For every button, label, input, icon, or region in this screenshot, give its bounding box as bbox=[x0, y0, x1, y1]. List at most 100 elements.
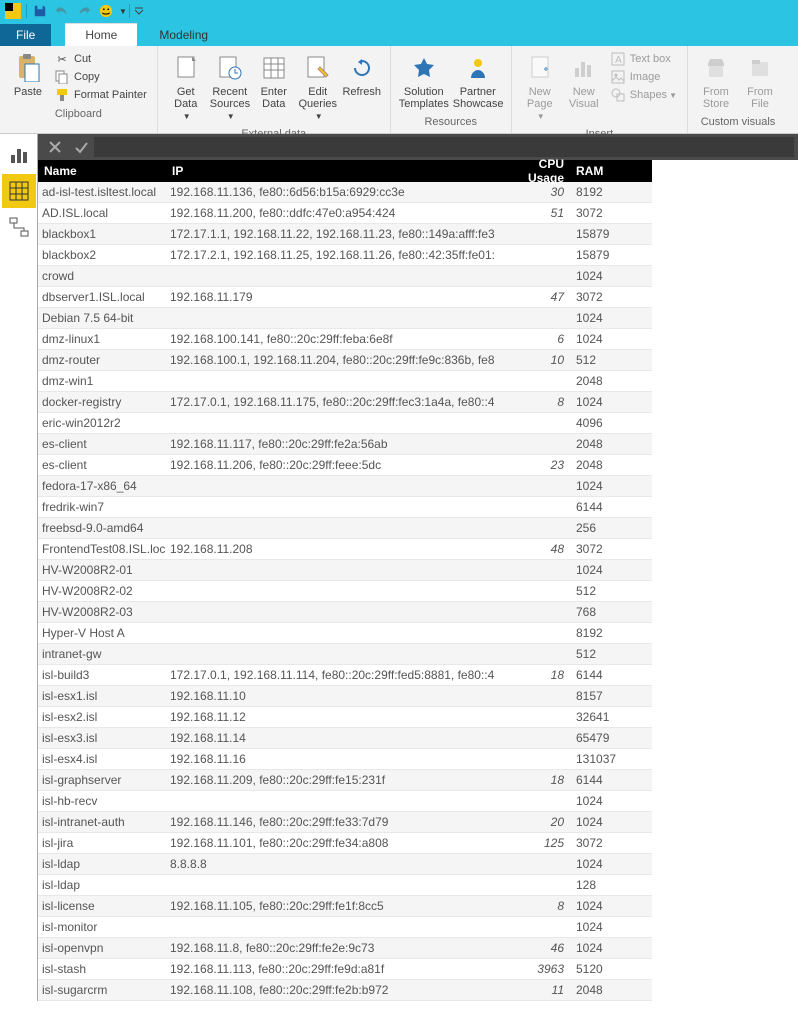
table-row[interactable]: isl-sugarcrm192.168.11.108, fe80::20c:29… bbox=[38, 980, 652, 1001]
table-row[interactable]: isl-esx1.isl192.168.11.108157 bbox=[38, 686, 652, 707]
header-ram[interactable]: RAM bbox=[570, 161, 652, 181]
relationships-view-button[interactable] bbox=[2, 210, 36, 244]
header-name[interactable]: Name bbox=[38, 161, 166, 181]
partner-showcase-icon bbox=[453, 52, 503, 84]
edit-queries-button[interactable]: Edit Queries▼ bbox=[296, 48, 340, 126]
table-row[interactable]: isl-intranet-auth192.168.11.146, fe80::2… bbox=[38, 812, 652, 833]
report-view-button[interactable] bbox=[2, 138, 36, 172]
table-row[interactable]: Hyper-V Host A8192 bbox=[38, 623, 652, 644]
formula-bar bbox=[38, 134, 798, 160]
smiley-icon[interactable] bbox=[96, 1, 116, 21]
cell-name: isl-openvpn bbox=[38, 939, 166, 957]
save-icon[interactable] bbox=[30, 1, 50, 21]
from-store-button[interactable]: From Store bbox=[694, 48, 738, 114]
cell-ram: 8192 bbox=[570, 183, 652, 201]
text-box-button[interactable]: AText box bbox=[606, 50, 681, 68]
table-row[interactable]: isl-esx3.isl192.168.11.1465479 bbox=[38, 728, 652, 749]
format-painter-button[interactable]: Format Painter bbox=[50, 86, 151, 104]
qat-customize-icon[interactable] bbox=[133, 1, 145, 21]
table-row[interactable]: isl-build3172.17.0.1, 192.168.11.114, fe… bbox=[38, 665, 652, 686]
cell-name: isl-ldap bbox=[38, 855, 166, 873]
table-row[interactable]: isl-hb-recv1024 bbox=[38, 791, 652, 812]
cell-ram: 6144 bbox=[570, 771, 652, 789]
cut-icon: ✂ bbox=[54, 51, 70, 67]
table-row[interactable]: isl-ldap128 bbox=[38, 875, 652, 896]
cut-button[interactable]: ✂Cut bbox=[50, 50, 151, 68]
table-row[interactable]: docker-registry172.17.0.1, 192.168.11.17… bbox=[38, 392, 652, 413]
paste-button[interactable]: Paste bbox=[6, 48, 50, 102]
table-row[interactable]: fredrik-win76144 bbox=[38, 497, 652, 518]
cell-name: ad-isl-test.isltest.local bbox=[38, 183, 166, 201]
table-row[interactable]: isl-stash192.168.11.113, fe80::20c:29ff:… bbox=[38, 959, 652, 980]
table-row[interactable]: dmz-linux1192.168.100.141, fe80::20c:29f… bbox=[38, 329, 652, 350]
table-row[interactable]: es-client192.168.11.206, fe80::20c:29ff:… bbox=[38, 455, 652, 476]
redo-icon[interactable] bbox=[74, 1, 94, 21]
cell-ip bbox=[166, 505, 494, 509]
table-row[interactable]: blackbox1172.17.1.1, 192.168.11.22, 192.… bbox=[38, 224, 652, 245]
cell-cpu bbox=[494, 253, 570, 257]
tab-file[interactable]: File bbox=[0, 24, 51, 46]
image-button[interactable]: Image bbox=[606, 68, 681, 86]
undo-icon[interactable] bbox=[52, 1, 72, 21]
data-view-button[interactable] bbox=[2, 174, 36, 208]
cell-ip bbox=[166, 589, 494, 593]
table-row[interactable]: HV-W2008R2-03768 bbox=[38, 602, 652, 623]
get-data-button[interactable]: Get Data▼ bbox=[164, 48, 208, 126]
cell-ip: 192.168.11.10 bbox=[166, 687, 494, 705]
cell-ram: 2048 bbox=[570, 372, 652, 390]
cell-ram: 1024 bbox=[570, 477, 652, 495]
formula-confirm-icon[interactable] bbox=[68, 136, 94, 158]
text-box-icon: A bbox=[610, 51, 626, 67]
table-row[interactable]: isl-openvpn192.168.11.8, fe80::20c:29ff:… bbox=[38, 938, 652, 959]
table-row[interactable]: ad-isl-test.isltest.local192.168.11.136,… bbox=[38, 182, 652, 203]
table-row[interactable]: fedora-17-x86_641024 bbox=[38, 476, 652, 497]
table-row[interactable]: es-client192.168.11.117, fe80::20c:29ff:… bbox=[38, 434, 652, 455]
header-ip[interactable]: IP bbox=[166, 161, 494, 181]
table-row[interactable]: freebsd-9.0-amd64256 bbox=[38, 518, 652, 539]
ribbon-group-custom-visuals: From Store From File Custom visuals bbox=[688, 46, 788, 133]
from-file-button[interactable]: From File bbox=[738, 48, 782, 114]
cell-name: eric-win2012r2 bbox=[38, 414, 166, 432]
table-row[interactable]: dmz-router192.168.100.1, 192.168.11.204,… bbox=[38, 350, 652, 371]
table-row[interactable]: eric-win2012r24096 bbox=[38, 413, 652, 434]
table-row[interactable]: HV-W2008R2-011024 bbox=[38, 560, 652, 581]
table-row[interactable]: isl-esx4.isl192.168.11.16131037 bbox=[38, 749, 652, 770]
formula-input[interactable] bbox=[94, 137, 794, 157]
cell-ip: 192.168.11.117, fe80::20c:29ff:fe2a:56ab bbox=[166, 435, 494, 453]
table-row[interactable]: Debian 7.5 64-bit1024 bbox=[38, 308, 652, 329]
partner-showcase-button[interactable]: Partner Showcase bbox=[451, 48, 505, 114]
copy-button[interactable]: Copy bbox=[50, 68, 151, 86]
recent-sources-button[interactable]: Recent Sources▼ bbox=[208, 48, 252, 126]
tab-modeling[interactable]: Modeling bbox=[139, 24, 228, 46]
table-row[interactable]: isl-license192.168.11.105, fe80::20c:29f… bbox=[38, 896, 652, 917]
table-row[interactable]: isl-ldap8.8.8.81024 bbox=[38, 854, 652, 875]
enter-data-button[interactable]: Enter Data bbox=[252, 48, 296, 114]
table-row[interactable]: dbserver1.ISL.local192.168.11.179473072 bbox=[38, 287, 652, 308]
cell-ip: 192.168.11.113, fe80::20c:29ff:fe9d:a81f bbox=[166, 960, 494, 978]
shapes-button[interactable]: Shapes▼ bbox=[606, 86, 681, 104]
table-row[interactable]: isl-jira192.168.11.101, fe80::20c:29ff:f… bbox=[38, 833, 652, 854]
refresh-button[interactable]: Refresh bbox=[340, 48, 384, 102]
table-row[interactable]: intranet-gw512 bbox=[38, 644, 652, 665]
cell-cpu: 18 bbox=[494, 666, 570, 684]
cell-ip bbox=[166, 799, 494, 803]
table-row[interactable]: crowd1024 bbox=[38, 266, 652, 287]
table-row[interactable]: HV-W2008R2-02512 bbox=[38, 581, 652, 602]
new-visual-button[interactable]: New Visual bbox=[562, 48, 606, 114]
table-row[interactable]: isl-monitor1024 bbox=[38, 917, 652, 938]
formula-cancel-icon[interactable] bbox=[42, 136, 68, 158]
separator bbox=[129, 4, 130, 18]
table-row[interactable]: FrontendTest08.ISL.local192.168.11.20848… bbox=[38, 539, 652, 560]
get-data-icon bbox=[166, 52, 206, 84]
solution-templates-button[interactable]: Solution Templates bbox=[397, 48, 451, 114]
table-row[interactable]: isl-graphserver192.168.11.209, fe80::20c… bbox=[38, 770, 652, 791]
smiley-dropdown-icon[interactable]: ▼ bbox=[119, 7, 127, 16]
table-row[interactable]: isl-esx2.isl192.168.11.1232641 bbox=[38, 707, 652, 728]
cell-ip bbox=[166, 274, 494, 278]
table-row[interactable]: blackbox2172.17.2.1, 192.168.11.25, 192.… bbox=[38, 245, 652, 266]
tab-home[interactable]: Home bbox=[65, 23, 137, 46]
table-row[interactable]: dmz-win12048 bbox=[38, 371, 652, 392]
cell-ip: 172.17.0.1, 192.168.11.175, fe80::20c:29… bbox=[166, 393, 494, 411]
table-row[interactable]: AD.ISL.local192.168.11.200, fe80::ddfc:4… bbox=[38, 203, 652, 224]
new-page-button[interactable]: New Page▼ bbox=[518, 48, 562, 126]
